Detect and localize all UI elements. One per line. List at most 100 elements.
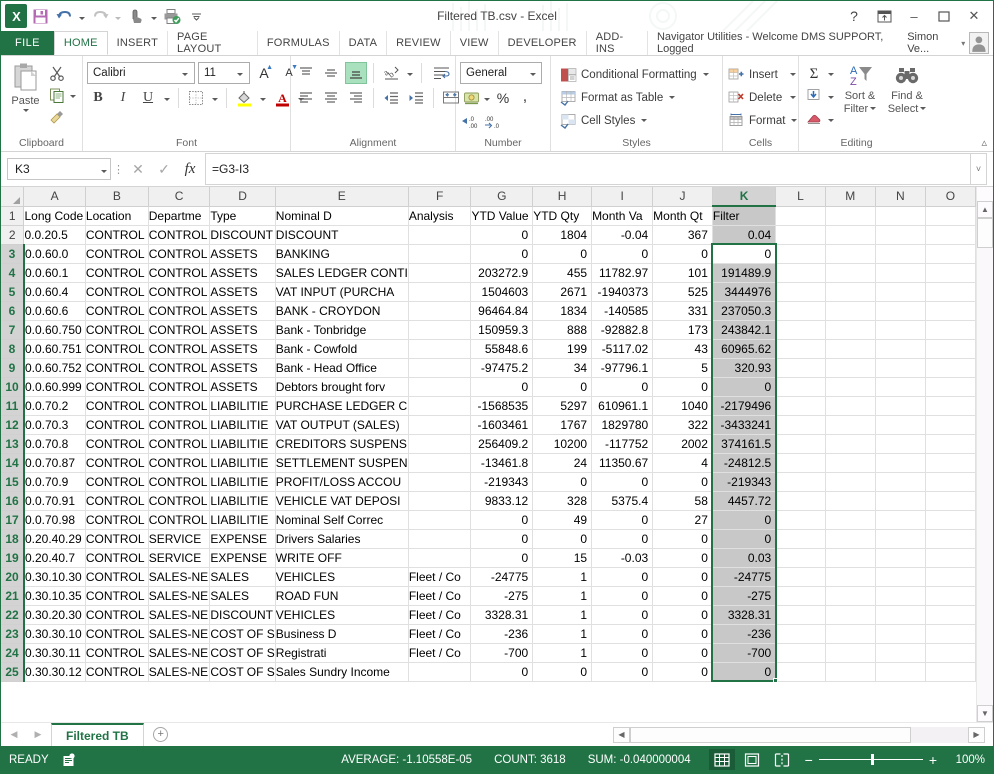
- cell-H14[interactable]: 24: [532, 453, 593, 473]
- row-header-4[interactable]: 4: [1, 263, 25, 283]
- avatar[interactable]: [969, 32, 990, 54]
- cell-F8[interactable]: [408, 339, 472, 359]
- cell-E8[interactable]: Bank - Cowfold: [275, 339, 409, 359]
- cell-D3[interactable]: ASSETS: [209, 244, 276, 264]
- cell-J19[interactable]: 0: [652, 548, 713, 568]
- cell-C16[interactable]: CONTROL: [148, 491, 211, 511]
- cell-D17[interactable]: LIABILITIE: [209, 510, 276, 530]
- cell-I10[interactable]: 0: [591, 377, 654, 397]
- cell-L12[interactable]: [775, 415, 826, 435]
- cell-H9[interactable]: 34: [532, 358, 593, 378]
- cell-K22[interactable]: 3328.31: [712, 605, 777, 625]
- cell-B21[interactable]: CONTROL: [85, 586, 149, 606]
- cell-K3[interactable]: 0: [712, 244, 777, 264]
- cell-F25[interactable]: [408, 662, 472, 682]
- align-bottom-button[interactable]: [345, 62, 367, 84]
- zoom-thumb[interactable]: [870, 754, 874, 765]
- cell-N2[interactable]: [875, 225, 926, 245]
- cell-I17[interactable]: 0: [591, 510, 654, 530]
- cell-M16[interactable]: [825, 491, 876, 511]
- zoom-in-button[interactable]: +: [929, 752, 937, 768]
- cell-I5[interactable]: -1940373: [591, 282, 654, 302]
- cell-L1[interactable]: [775, 206, 826, 226]
- cell-A14[interactable]: 0.0.70.87: [23, 453, 86, 473]
- redo-dropdown-icon[interactable]: [113, 5, 123, 27]
- cell-N18[interactable]: [875, 529, 926, 549]
- cell-K4[interactable]: 191489.9: [712, 263, 777, 283]
- cell-G5[interactable]: 1504603: [470, 282, 534, 302]
- table-row[interactable]: 4 0.0.60.1 CONTROL CONTROL ASSETS SALES LEDGE…: [1, 263, 976, 283]
- table-row[interactable]: 12 0.0.70.3 CONTROL CONTROL LIABILITIE VAT OU…: [1, 415, 976, 435]
- cell-G23[interactable]: -236: [470, 624, 534, 644]
- table-row[interactable]: 7 0.0.60.750 CONTROL CONTROL ASSETS Bank - To…: [1, 320, 976, 340]
- cell-M17[interactable]: [825, 510, 876, 530]
- cell-A19[interactable]: 0.20.40.7: [23, 548, 86, 568]
- cell-H12[interactable]: 1767: [532, 415, 593, 435]
- cell-M6[interactable]: [825, 301, 876, 321]
- cell-O19[interactable]: [925, 548, 976, 568]
- cell-O18[interactable]: [925, 529, 976, 549]
- cell-B11[interactable]: CONTROL: [85, 396, 149, 416]
- save-icon[interactable]: [29, 5, 51, 27]
- cell-O15[interactable]: [925, 472, 976, 492]
- cell-E4[interactable]: SALES LEDGER CONTI: [275, 263, 409, 283]
- cell-C11[interactable]: CONTROL: [148, 396, 211, 416]
- cell-F5[interactable]: [408, 282, 472, 302]
- underline-button[interactable]: U: [137, 87, 159, 109]
- cell-O20[interactable]: [925, 567, 976, 587]
- table-row[interactable]: 6 0.0.60.6 CONTROL CONTROL ASSETS BANK - CROY…: [1, 301, 976, 321]
- cell-K7[interactable]: 243842.1: [712, 320, 777, 340]
- cell-F7[interactable]: [408, 320, 472, 340]
- column-header-E[interactable]: E: [275, 187, 409, 207]
- cell-N8[interactable]: [875, 339, 926, 359]
- format-as-table-button[interactable]: Format as Table: [557, 86, 676, 109]
- cell-D18[interactable]: EXPENSE: [209, 529, 276, 549]
- row-header-15[interactable]: 15: [1, 472, 25, 492]
- font-size-dropdown-icon[interactable]: [233, 67, 247, 79]
- cell-G22[interactable]: 3328.31: [470, 605, 534, 625]
- column-header-I[interactable]: I: [591, 187, 654, 207]
- cell-B1[interactable]: Location: [85, 206, 149, 226]
- cell-N3[interactable]: [875, 244, 926, 264]
- print-preview-icon[interactable]: [161, 5, 183, 27]
- cell-H15[interactable]: 0: [532, 472, 593, 492]
- cell-C13[interactable]: CONTROL: [148, 434, 211, 454]
- cell-D19[interactable]: EXPENSE: [209, 548, 276, 568]
- cell-O16[interactable]: [925, 491, 976, 511]
- column-header-O[interactable]: O: [925, 187, 976, 207]
- tab-add-ins[interactable]: ADD-INS: [587, 31, 648, 55]
- cell-J7[interactable]: 173: [652, 320, 713, 340]
- cell-D21[interactable]: SALES: [209, 586, 276, 606]
- cell-M15[interactable]: [825, 472, 876, 492]
- cell-I12[interactable]: 1829780: [591, 415, 654, 435]
- increase-indent-button[interactable]: [405, 87, 427, 109]
- cell-N23[interactable]: [875, 624, 926, 644]
- percent-style-button[interactable]: %: [492, 87, 514, 109]
- cell-I23[interactable]: 0: [591, 624, 654, 644]
- cell-F17[interactable]: [408, 510, 472, 530]
- cell-G13[interactable]: 256409.2: [470, 434, 534, 454]
- cell-I16[interactable]: 5375.4: [591, 491, 654, 511]
- cell-G16[interactable]: 9833.12: [470, 491, 534, 511]
- cell-E17[interactable]: Nominal Self Correc: [275, 510, 409, 530]
- cell-I11[interactable]: 610961.1: [591, 396, 654, 416]
- cell-G9[interactable]: -97475.2: [470, 358, 534, 378]
- scroll-left-button[interactable]: ◀: [613, 726, 630, 743]
- view-buttons[interactable]: [708, 749, 795, 770]
- table-row[interactable]: 21 0.30.10.35 CONTROL SALES-NE SALES ROAD FUN…: [1, 586, 976, 606]
- table-row[interactable]: 20 0.30.10.30 CONTROL SALES-NE SALES VEHICLES…: [1, 567, 976, 587]
- cell-L10[interactable]: [775, 377, 826, 397]
- cell-styles-button[interactable]: Cell Styles: [557, 109, 648, 132]
- ribbon-tab-bar[interactable]: FILE HOME INSERT PAGE LAYOUT FORMULAS DA…: [1, 31, 993, 55]
- table-row[interactable]: 2 0.0.20.5 CONTROL CONTROL DISCOUNT DISCOUNT 0…: [1, 225, 976, 245]
- touch-mode-icon[interactable]: [125, 5, 147, 27]
- cell-H17[interactable]: 49: [532, 510, 593, 530]
- name-box[interactable]: K3: [7, 158, 111, 180]
- cell-L21[interactable]: [775, 586, 826, 606]
- cell-F21[interactable]: Fleet / Co: [408, 586, 472, 606]
- page-break-preview-icon[interactable]: [769, 749, 795, 770]
- row-header-24[interactable]: 24: [1, 643, 25, 663]
- cell-N7[interactable]: [875, 320, 926, 340]
- cell-O3[interactable]: [925, 244, 976, 264]
- vertical-scrollbar[interactable]: ▲ ▼: [976, 187, 993, 722]
